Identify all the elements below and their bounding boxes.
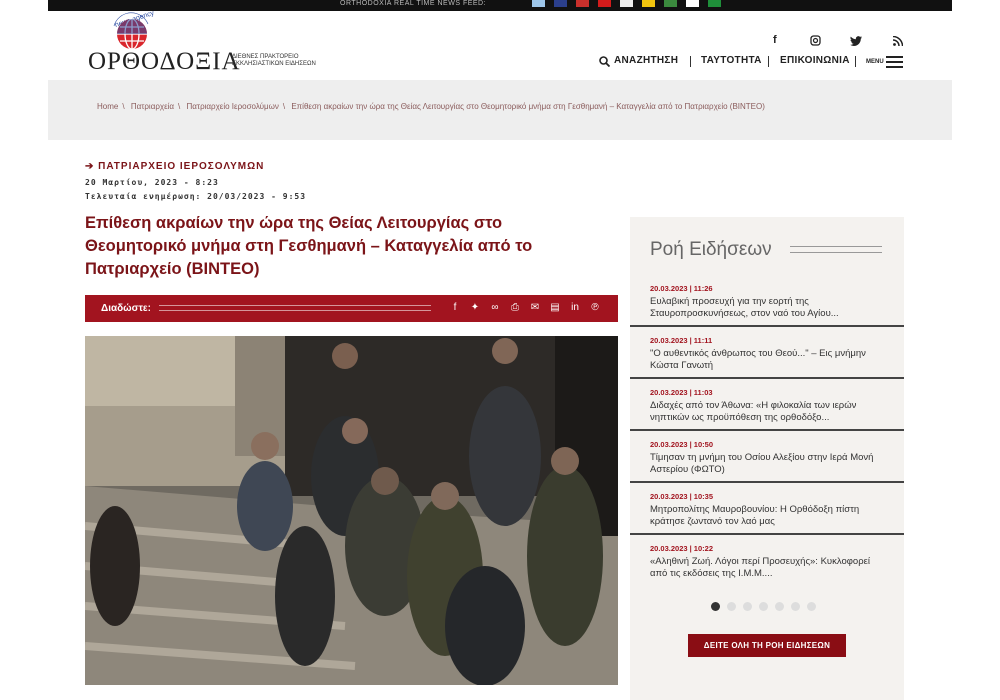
flag-uk-icon	[554, 0, 567, 7]
nav-divider	[768, 56, 769, 67]
search-icon[interactable]	[599, 56, 610, 67]
share-divider-lines	[159, 305, 431, 311]
pager-dot[interactable]	[759, 602, 768, 611]
nav-identity[interactable]: ΤΑΥΤΟΤΗΤΑ	[701, 55, 762, 66]
news-item[interactable]: 20.03.2023 | 11:03 Διδαχές από τον Άθωνα…	[630, 379, 904, 431]
breadcrumb-current: Επίθεση ακραίων την ώρα της Θείας Λειτου…	[291, 102, 765, 111]
updated-date: Τελευταία ενημέρωση: 20/03/2023 - 9:53	[85, 192, 307, 201]
pager-dot[interactable]	[807, 602, 816, 611]
linkedin-icon[interactable]: in	[565, 302, 585, 313]
share-label: Διαδώστε:	[101, 303, 152, 314]
link-icon[interactable]: ∞	[485, 302, 505, 313]
nav-divider	[855, 56, 856, 67]
instagram-icon[interactable]	[810, 35, 821, 46]
news-item-title[interactable]: Τίμησαν τη μνήμη του Οσίου Αλεξίου στην …	[650, 452, 886, 476]
article-video-still[interactable]	[85, 336, 618, 685]
feed-label: ORTHODOXIA REAL TIME NEWS FEED:	[340, 0, 487, 7]
logo-name: ΟΡΘΟΔΟΞΙΑ	[88, 48, 241, 75]
flag-romania-icon	[642, 0, 655, 7]
breadcrumb-home[interactable]: Home	[97, 102, 118, 111]
news-feed-title: Ροή Ειδήσεων	[650, 239, 772, 260]
flag-arabic-icon	[708, 0, 721, 7]
nav-divider	[690, 56, 691, 67]
pager-dot[interactable]	[791, 602, 800, 611]
news-item[interactable]: 20.03.2023 | 11:11 "Ο αυθεντικός άνθρωπο…	[630, 327, 904, 379]
logo-subtitle: ΔΙΕΘΝΕΣ ΠΡΑΚΤΟΡΕΙΟ ΕΚΚΛΗΣΙΑΣΤΙΚΩΝ ΕΙΔΗΣΕ…	[232, 54, 316, 67]
globe-logo-icon: news agency	[113, 10, 154, 50]
pager-dot[interactable]	[711, 602, 720, 611]
arrow-right-icon: ➔	[85, 161, 95, 172]
news-item[interactable]: 20.03.2023 | 10:22 «Αληθινή Ζωή. Λόγοι π…	[630, 535, 904, 587]
article-title: Επίθεση ακραίων την ώρα της Θείας Λειτου…	[85, 214, 533, 278]
news-item-date: 20.03.2023 | 10:22	[650, 544, 713, 553]
nav-search[interactable]: ΑΝΑΖΗΤΗΣΗ	[614, 55, 678, 66]
news-item[interactable]: 20.03.2023 | 10:35 Μητροπολίτης Μαυροβου…	[630, 483, 904, 535]
news-item-date: 20.03.2023 | 11:26	[650, 284, 713, 293]
news-item-date: 20.03.2023 | 11:03	[650, 388, 713, 397]
news-item-title[interactable]: Ευλαβική προσευχή για την εορτή της Σταυ…	[650, 296, 886, 320]
news-item[interactable]: 20.03.2023 | 11:26 Ευλαβική προσευχή για…	[630, 275, 904, 327]
news-item-title[interactable]: "Ο αυθεντικός άνθρωπος του Θεού..." – Ει…	[650, 348, 886, 372]
share-bar: Διαδώστε: f ✦ ∞ ⎙ ✉ ▤ in ℗	[85, 295, 618, 322]
news-feed-sidebar: Ροή Ειδήσεων 20.03.2023 | 11:26 Ευλαβική…	[630, 217, 904, 700]
hamburger-menu-icon[interactable]	[886, 56, 903, 68]
flag-bulgaria-icon	[664, 0, 677, 7]
menu-label[interactable]: MENU	[866, 59, 884, 65]
pinterest-icon[interactable]: ℗	[585, 302, 605, 313]
site-logo[interactable]: news agency ΟΡΘΟΔΟΞΙΑ ΔΙΕΘΝΕΣ ΠΡΑΚΤΟΡΕΙΟ…	[88, 8, 328, 75]
published-date: 20 Μαρτίου, 2023 - 8:23	[85, 178, 219, 187]
flag-serbia-icon	[620, 0, 633, 7]
flag-georgia-icon	[686, 0, 699, 7]
pdf-icon[interactable]: ▤	[545, 302, 565, 313]
news-item-date: 20.03.2023 | 10:35	[650, 492, 713, 501]
title-divider-lines	[790, 246, 882, 253]
facebook-icon[interactable]: f	[445, 302, 465, 313]
breadcrumb-patriarchates[interactable]: Πατριαρχεία	[131, 102, 174, 111]
news-item-title[interactable]: Διδαχές από τον Άθωνα: «Η φιλοκαλία των …	[650, 400, 886, 424]
news-item[interactable]: 20.03.2023 | 10:50 Τίμησαν τη μνήμη του …	[630, 431, 904, 483]
news-item-date: 20.03.2023 | 11:11	[650, 336, 713, 345]
news-item-date: 20.03.2023 | 10:50	[650, 440, 713, 449]
article-category[interactable]: ➔ ΠΑΤΡΙΑΡΧΕΙΟ ΙΕΡΟΣΟΛΥΜΩΝ	[85, 161, 264, 172]
breadcrumb-jerusalem[interactable]: Πατριαρχείο Ιεροσολύμων	[187, 102, 279, 111]
facebook-icon[interactable]: f	[773, 34, 777, 46]
news-item-title[interactable]: «Αληθινή Ζωή. Λόγοι περί Προσευχής»: Κυκ…	[650, 556, 886, 580]
breadcrumb: Home \ Πατριαρχεία \ Πατριαρχείο Ιεροσολύμ…	[97, 102, 765, 111]
language-flags[interactable]	[532, 0, 732, 7]
share-icons: f ✦ ∞ ⎙ ✉ ▤ in ℗	[445, 302, 605, 313]
flag-albania-icon	[598, 0, 611, 7]
pager-dot[interactable]	[727, 602, 736, 611]
flag-greece-icon	[532, 0, 545, 7]
rss-icon[interactable]	[893, 36, 903, 46]
email-icon[interactable]: ✉	[525, 302, 545, 313]
category-label: ΠΑΤΡΙΑΡΧΕΙΟ ΙΕΡΟΣΟΛΥΜΩΝ	[98, 161, 265, 172]
print-icon[interactable]: ⎙	[505, 302, 525, 313]
twitter-icon[interactable]	[850, 36, 862, 46]
flag-russia-icon	[576, 0, 589, 7]
all-news-button[interactable]: ΔΕΙΤΕ ΟΛΗ ΤΗ ΡΟΗ ΕΙΔΗΣΕΩΝ	[688, 634, 846, 657]
pager-dot[interactable]	[775, 602, 784, 611]
news-item-title[interactable]: Μητροπολίτης Μαυροβουνίου: Η Ορθόδοξη πί…	[650, 504, 886, 528]
twitter-icon[interactable]: ✦	[465, 302, 485, 313]
pager-dot[interactable]	[743, 602, 752, 611]
nav-contact[interactable]: ΕΠΙΚΟΙΝΩΝΙΑ	[780, 55, 850, 66]
